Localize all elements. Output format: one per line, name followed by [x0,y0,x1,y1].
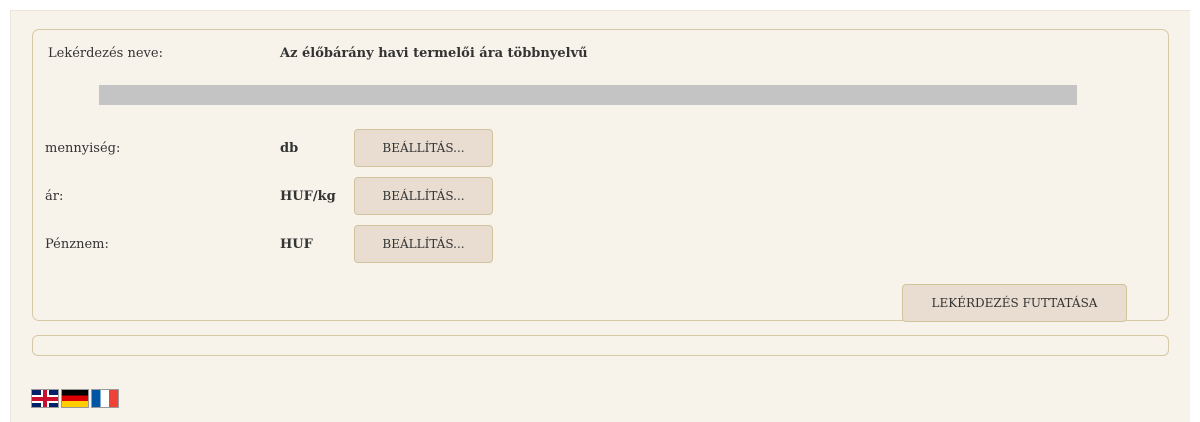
query-name-value: Az élőbárány havi termelői ára többnyelv… [280,46,588,61]
currency-label: Pénznem: [45,237,109,252]
progress-bar [99,85,1077,105]
progress-fill [99,85,1077,105]
language-switcher [31,389,119,408]
page-background: Lekérdezés neve: Az élőbárány havi terme… [10,10,1190,422]
price-unit: HUF/kg [280,189,336,204]
query-panel: Lekérdezés neve: Az élőbárány havi terme… [32,29,1169,322]
query-name-label: Lekérdezés neve: [48,46,163,61]
price-label: ár: [45,189,64,204]
currency-value: HUF [280,237,313,252]
status-panel [32,335,1169,356]
german-flag-icon[interactable] [61,389,89,408]
quantity-label: mennyiség: [45,141,121,156]
price-settings-button[interactable]: BEÁLLÍTÁS... [354,177,493,215]
quantity-settings-button[interactable]: BEÁLLÍTÁS... [354,129,493,167]
currency-settings-button[interactable]: BEÁLLÍTÁS... [354,225,493,263]
quantity-unit: db [280,141,299,156]
french-flag-icon[interactable] [91,389,119,408]
run-query-button[interactable]: LEKÉRDEZÉS FUTTATÁSA [902,284,1127,322]
english-flag-icon[interactable] [31,389,59,408]
